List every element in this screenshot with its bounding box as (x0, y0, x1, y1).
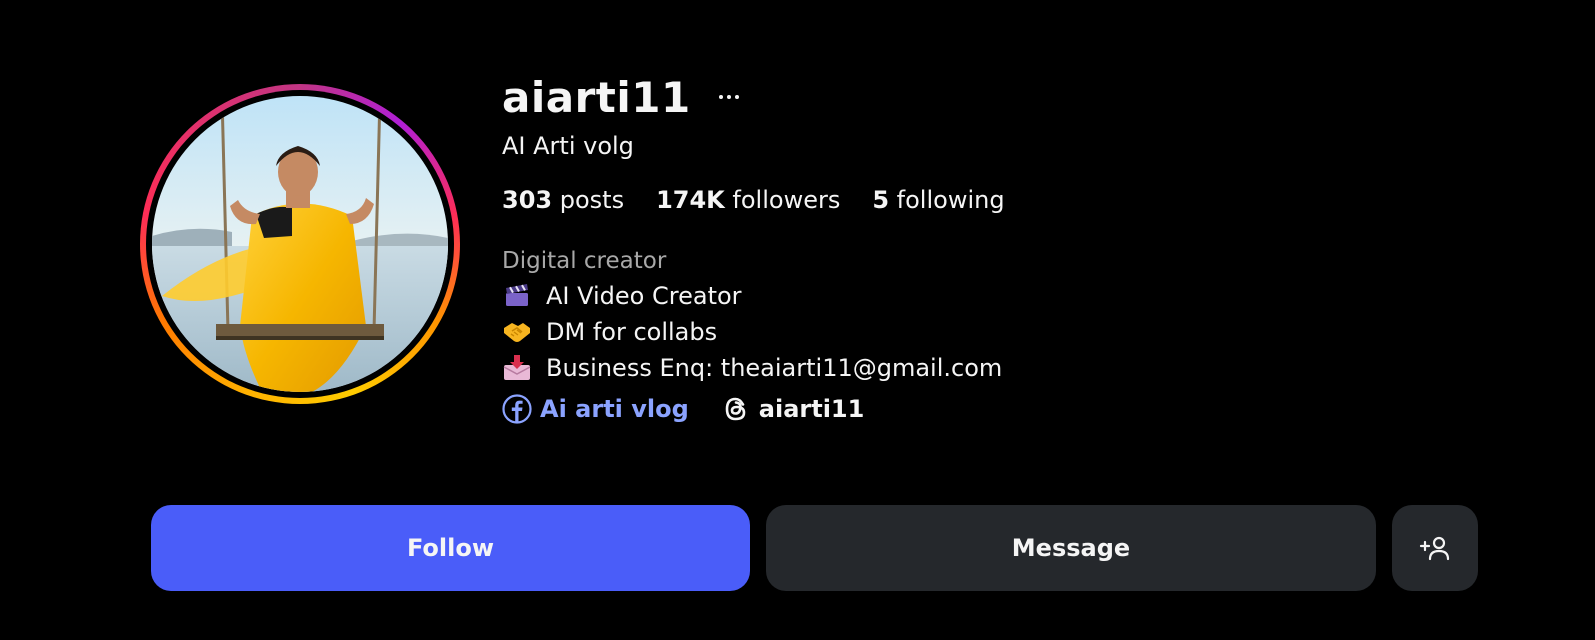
posts-count: 303 (502, 186, 553, 214)
inbox-tray-icon (502, 355, 532, 381)
more-dot-icon (726, 95, 731, 99)
threads-link[interactable]: aiarti11 (721, 394, 865, 424)
facebook-icon (502, 394, 532, 424)
stat-following[interactable]: 5 following (872, 186, 1004, 214)
bio-line-3: Business Enq: theaiarti11@gmail.com (502, 354, 1502, 382)
more-dot-icon (734, 95, 739, 99)
add-person-icon (1419, 536, 1450, 561)
profile-links: Ai arti vlog aiarti11 (502, 394, 1502, 424)
profile-username: aiarti11 (502, 72, 691, 122)
followers-label: followers (724, 186, 841, 214)
stat-followers[interactable]: 174K followers (656, 186, 840, 214)
threads-link-label: aiarti11 (758, 395, 865, 423)
handshake-icon (502, 319, 532, 345)
more-options-button[interactable] (717, 82, 741, 112)
following-count: 5 (872, 186, 890, 214)
bio-line-1: AI Video Creator (502, 282, 1502, 310)
message-button[interactable]: Message (766, 505, 1376, 591)
suggested-users-button[interactable] (1392, 505, 1478, 591)
threads-icon (725, 397, 746, 421)
profile-info: aiarti11 AI Arti volg 303 posts 174K fol… (502, 66, 1502, 424)
avatar-image (152, 96, 448, 392)
following-label: following (889, 186, 1005, 214)
username-row: aiarti11 (502, 66, 1502, 128)
profile-full-name: AI Arti volg (502, 132, 634, 160)
facebook-link-label: Ai arti vlog (540, 395, 689, 423)
followers-count: 174K (656, 186, 725, 214)
stat-posts: 303 posts (502, 186, 624, 214)
bio-text: AI Video Creator (546, 282, 742, 310)
profile-category: Digital creator (502, 248, 667, 274)
bio-line-2: DM for collabs (502, 318, 1502, 346)
posts-label: posts (552, 186, 625, 214)
bio-text: Business Enq: theaiarti11@gmail.com (546, 354, 1003, 382)
profile-avatar[interactable] (140, 84, 460, 404)
follow-button[interactable]: Follow (151, 505, 750, 591)
clapperboard-icon (502, 283, 532, 309)
more-dot-icon (718, 95, 723, 99)
profile-stats: 303 posts 174K followers 5 following (502, 186, 1502, 214)
facebook-link[interactable]: Ai arti vlog (502, 394, 689, 424)
profile-header: aiarti11 AI Arti volg 303 posts 174K fol… (0, 0, 1595, 640)
bio-text: DM for collabs (546, 318, 718, 346)
